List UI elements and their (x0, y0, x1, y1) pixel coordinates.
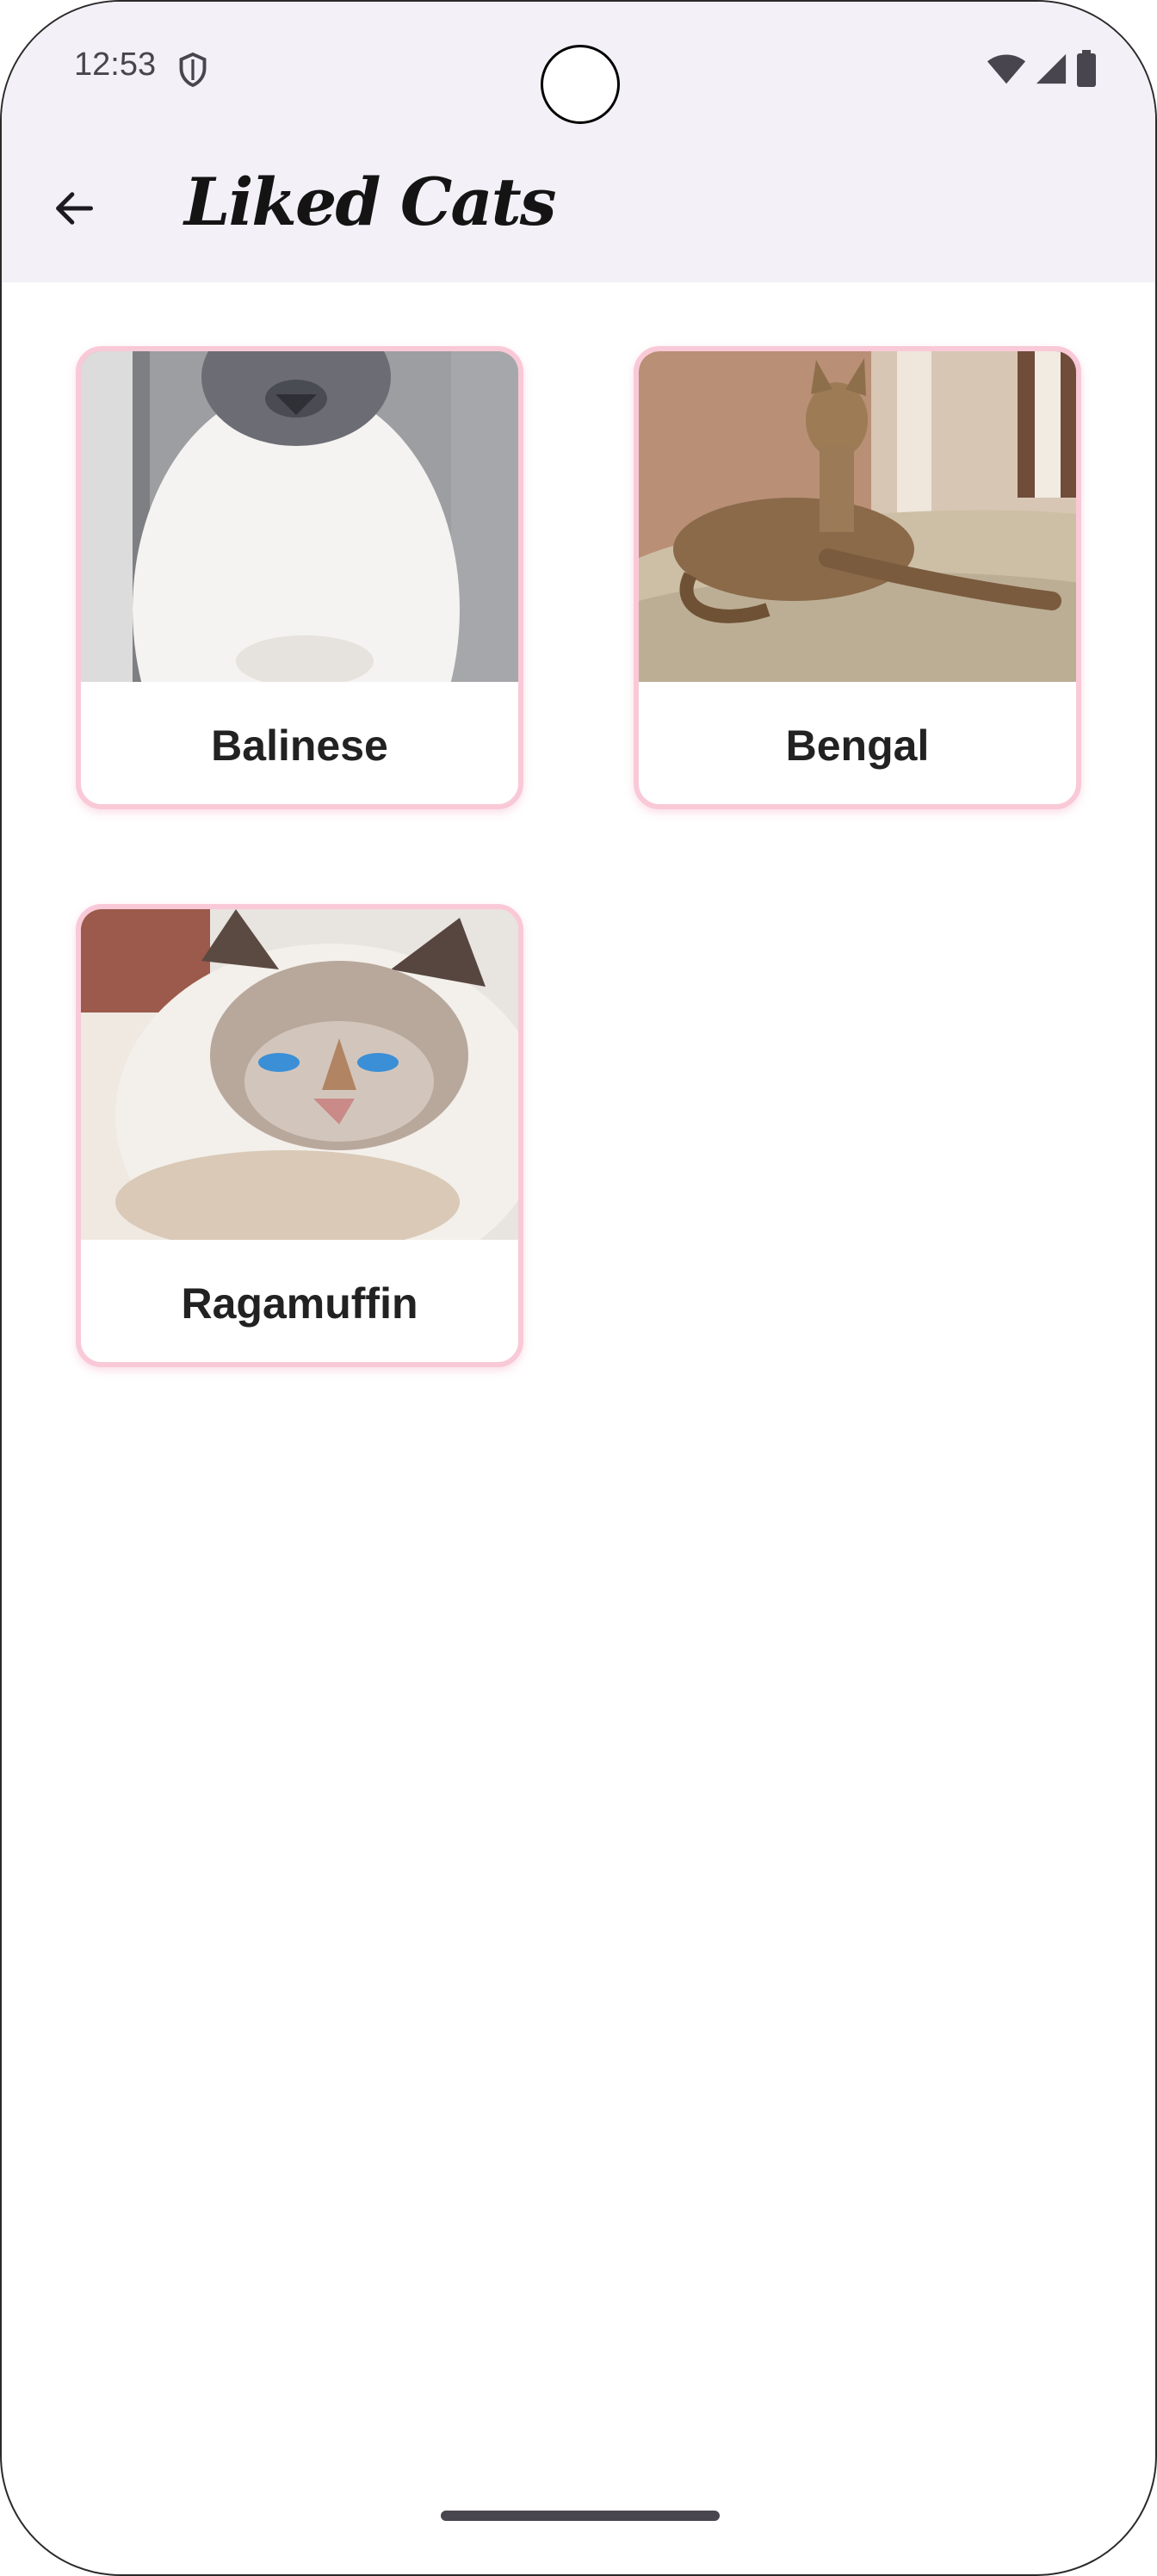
top-app-bar: 12:53 Liked Cats (2, 2, 1155, 282)
phone-screen: 12:53 Liked Cats Balinese Bengal Ragamuf… (0, 0, 1157, 2576)
status-time: 12:53 (74, 46, 157, 83)
arrow-back-icon (56, 192, 93, 225)
battery-icon (1077, 50, 1096, 87)
cat-photo (639, 351, 1076, 682)
camera-cutout (541, 45, 620, 124)
page-title: Liked Cats (184, 164, 557, 240)
signal-icon (1036, 53, 1067, 84)
cat-photo (81, 351, 518, 682)
cat-card-bengal[interactable]: Bengal (634, 346, 1081, 809)
cat-photo (81, 909, 518, 1240)
cat-name: Bengal (785, 721, 930, 770)
home-indicator[interactable] (441, 2511, 720, 2521)
cat-card-balinese[interactable]: Balinese (76, 346, 523, 809)
wifi-icon (987, 54, 1026, 84)
cat-card-ragamuffin[interactable]: Ragamuffin (76, 904, 523, 1367)
shield-icon (179, 52, 207, 88)
cat-name: Ragamuffin (181, 1279, 418, 1328)
status-icons (987, 50, 1097, 88)
back-button[interactable] (45, 179, 103, 238)
cat-name: Balinese (211, 721, 388, 770)
